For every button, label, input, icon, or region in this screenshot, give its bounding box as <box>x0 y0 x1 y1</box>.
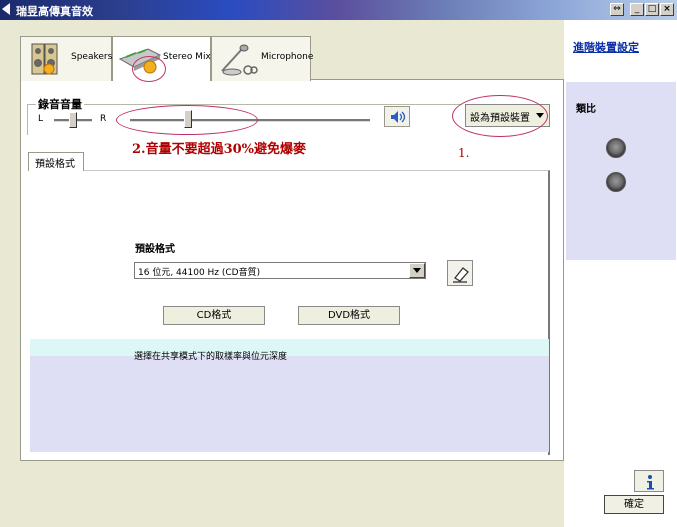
balance-left-label: L <box>38 114 44 124</box>
microphone-icon <box>221 44 258 76</box>
set-default-highlight <box>452 95 548 137</box>
description-band <box>30 339 549 356</box>
tab-microphone[interactable]: Microphone <box>211 36 314 81</box>
balance-right-label: R <box>100 114 107 124</box>
description-area <box>30 356 549 452</box>
eraser-icon <box>453 267 469 283</box>
close-button[interactable]: × <box>660 3 674 16</box>
maximize-button[interactable]: □ <box>645 3 659 16</box>
cd-format-button[interactable]: CD格式 <box>163 306 265 325</box>
speaker-app-icon <box>2 3 10 15</box>
dvd-format-button[interactable]: DVD格式 <box>298 306 400 325</box>
jack-icon[interactable] <box>606 138 626 158</box>
restore-button[interactable]: ⇔ <box>610 3 624 16</box>
speaker-icon <box>31 43 58 75</box>
chevron-down-icon <box>413 268 421 273</box>
analog-label: 類比 <box>576 104 596 115</box>
recording-volume-label: 錄音音量 <box>36 96 84 112</box>
tab-default-format-label: 預設格式 <box>35 159 75 170</box>
format-description: 選擇在共享模式下的取樣率與位元深度 <box>134 352 288 362</box>
tab-microphone-label: Microphone <box>261 52 314 62</box>
balance-slider-thumb[interactable] <box>69 112 77 128</box>
jack-icon[interactable] <box>606 172 626 192</box>
speaker-volume-icon <box>391 111 406 123</box>
default-format-heading: 預設格式 <box>135 244 175 255</box>
info-icon <box>647 475 654 490</box>
title-bar <box>0 0 677 20</box>
advanced-device-settings-link[interactable]: 進階裝置設定 <box>573 39 639 55</box>
window-title: 瑞昱高傳真音效 <box>16 5 93 18</box>
info-button[interactable] <box>634 470 664 492</box>
format-select-value: 16 位元, 44100 Hz (CD音質) <box>138 268 261 278</box>
reset-format-button[interactable] <box>447 260 473 286</box>
mute-button[interactable] <box>384 106 410 127</box>
volume-highlight <box>116 105 258 135</box>
ok-button[interactable]: 確定 <box>604 495 664 514</box>
minimize-button[interactable]: _ <box>630 3 644 16</box>
tab-speakers[interactable]: Speakers <box>20 36 112 81</box>
tab-speakers-label: Speakers <box>71 52 113 62</box>
tab-stereo-mix-label: Stereo Mix <box>163 52 211 62</box>
step-number-annotation: 1. <box>458 146 470 160</box>
stereo-mix-highlight <box>132 56 166 82</box>
volume-warning-annotation: 2.音量不要超過30%避免爆麥 <box>132 142 307 157</box>
